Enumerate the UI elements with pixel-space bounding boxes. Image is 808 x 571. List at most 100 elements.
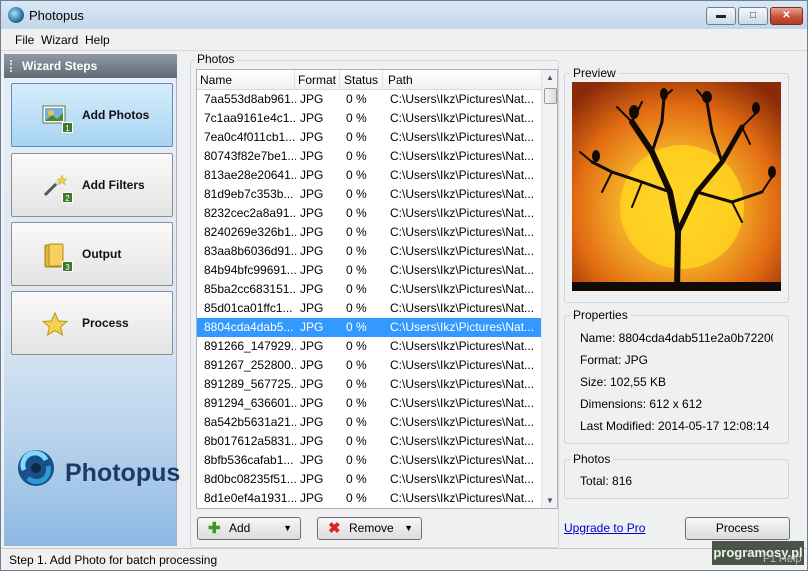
table-row[interactable]: 84b94bfc99691... JPG 0 % C:\Users\Ikz\Pictu… (197, 261, 541, 280)
table-row[interactable]: 85d01ca01ffc1... JPG 0 % C:\Users\Ikz\Pictu… (197, 299, 541, 318)
app-icon (8, 7, 24, 23)
logo-text: Photopus (65, 459, 181, 487)
property-size: Size: 102,55 KB (580, 375, 667, 389)
cell-name: 8a542b5631a21... (204, 415, 296, 429)
cell-name: 7aa553d8ab961... (204, 92, 296, 106)
cell-path: C:\Users\Ikz\Pictures\Nat... (390, 320, 535, 334)
cell-format: JPG (300, 92, 324, 106)
table-row[interactable]: 83aa8b6036d91... JPG 0 % C:\Users\Ikz\Pictu… (197, 242, 541, 261)
cell-path: C:\Users\Ikz\Pictures\Nat... (390, 453, 535, 467)
cell-name: 85d01ca01ffc1... (204, 301, 293, 315)
window-title: Photopus (29, 8, 84, 23)
table-row[interactable]: 80743f82e7be1... JPG 0 % C:\Users\Ikz\Pictu… (197, 147, 541, 166)
cell-status: 0 % (346, 92, 367, 106)
column-header-path[interactable]: Path (388, 73, 413, 87)
table-row[interactable]: 8bfb536cafab1... JPG 0 % C:\Users\Ikz\Pictu… (197, 451, 541, 470)
step-output[interactable]: 3 Output (11, 222, 173, 286)
scroll-down-icon[interactable]: ▼ (546, 496, 554, 505)
maximize-button[interactable]: □ (738, 7, 768, 25)
column-separator[interactable] (294, 70, 295, 90)
table-row[interactable]: 891267_252800... JPG 0 % C:\Users\Ikz\Pictu… (197, 356, 541, 375)
process-button[interactable]: Process (685, 517, 790, 540)
column-header-format[interactable]: Format (298, 73, 336, 87)
cell-format: JPG (300, 415, 324, 429)
property-name: Name: 8804cda4dab511e2a0b722000ae (580, 331, 773, 345)
table-row[interactable]: 85ba2cc683151... JPG 0 % C:\Users\Ikz\Pictu… (197, 280, 541, 299)
cell-format: JPG (300, 111, 324, 125)
cell-status: 0 % (346, 111, 367, 125)
status-bar: Step 1. Add Photo for batch processing (1, 548, 807, 570)
cell-status: 0 % (346, 377, 367, 391)
minimize-button[interactable]: ▬ (706, 7, 736, 25)
table-row[interactable]: 8a542b5631a21... JPG 0 % C:\Users\Ikz\Pictu… (197, 413, 541, 432)
cell-format: JPG (300, 434, 324, 448)
add-button[interactable]: ✚ Add ▼ (197, 517, 301, 540)
step-process[interactable]: Process (11, 291, 173, 355)
cell-status: 0 % (346, 434, 367, 448)
menu-wizard[interactable]: Wizard (41, 33, 78, 47)
cell-format: JPG (300, 320, 324, 334)
menu-file[interactable]: File (15, 33, 34, 47)
cell-status: 0 % (346, 130, 367, 144)
table-row[interactable]: 81d9eb7c353b... JPG 0 % C:\Users\Ikz\Pictur… (197, 185, 541, 204)
cell-status: 0 % (346, 263, 367, 277)
cell-name: 8240269e326b1... (204, 225, 296, 239)
folder-icon: 3 (42, 243, 73, 272)
preview-label: Preview (570, 66, 619, 80)
cell-format: JPG (300, 187, 324, 201)
table-row[interactable]: 8240269e326b1... JPG 0 % C:\Users\Ikz\Pictu… (197, 223, 541, 242)
cell-format: JPG (300, 377, 324, 391)
dropdown-arrow-icon: ▼ (283, 523, 292, 533)
table-row[interactable]: 7aa553d8ab961... JPG 0 % C:\Users\Ikz\Pictu… (197, 90, 541, 109)
upgrade-link[interactable]: Upgrade to Pro (564, 521, 645, 535)
cell-path: C:\Users\Ikz\Pictures\Nat... (390, 149, 535, 163)
step-add-photos[interactable]: 1 Add Photos (11, 83, 173, 147)
table-row[interactable]: 8d0bc08235f51... JPG 0 % C:\Users\Ikz\Pictu… (197, 470, 541, 489)
cell-format: JPG (300, 491, 324, 505)
cell-status: 0 % (346, 320, 367, 334)
table-row[interactable]: 8b017612a5831... JPG 0 % C:\Users\Ikz\Pictu… (197, 432, 541, 451)
cell-name: 891267_252800... (204, 358, 296, 372)
column-separator[interactable] (339, 70, 340, 90)
table-row[interactable]: 7c1aa9161e4c1... JPG 0 % C:\Users\Ikz\Pictu… (197, 109, 541, 128)
step-label: Add Filters (82, 178, 145, 192)
photo-icon: 1 (42, 104, 73, 133)
cell-path: C:\Users\Ikz\Pictures\Nat... (390, 111, 535, 125)
column-header-name[interactable]: Name (200, 73, 232, 87)
table-row[interactable]: 8804cda4dab5... JPG 0 % C:\Users\Ikz\Pictur… (197, 318, 541, 337)
close-button[interactable]: ✕ (770, 7, 803, 25)
cell-status: 0 % (346, 187, 367, 201)
remove-button[interactable]: ✖ Remove ▼ (317, 517, 422, 540)
step-add-filters[interactable]: 2 Add Filters (11, 153, 173, 217)
scroll-up-icon[interactable]: ▲ (546, 73, 554, 82)
table-row[interactable]: 8d1e0ef4a1931... JPG 0 % C:\Users\Ikz\Pictu… (197, 489, 541, 508)
column-header-status[interactable]: Status (344, 73, 378, 87)
property-format: Format: JPG (580, 353, 649, 367)
vertical-scrollbar[interactable]: ▲ ▼ (541, 70, 557, 508)
title-bar[interactable]: Photopus ▬ □ ✕ (1, 1, 807, 29)
cell-path: C:\Users\Ikz\Pictures\Nat... (390, 206, 535, 220)
cell-path: C:\Users\Ikz\Pictures\Nat... (390, 415, 535, 429)
cell-status: 0 % (346, 244, 367, 258)
table-row[interactable]: 8232cec2a8a91... JPG 0 % C:\Users\Ikz\Pictu… (197, 204, 541, 223)
property-last-modified: Last Modified: 2014-05-17 12:08:14 (580, 419, 770, 433)
menu-help[interactable]: Help (85, 33, 110, 47)
table-row[interactable]: 7ea0c4f011cb1... JPG 0 % C:\Users\Ikz\Pictu… (197, 128, 541, 147)
cell-name: 8232cec2a8a91... (204, 206, 296, 220)
dropdown-arrow-icon: ▼ (404, 523, 413, 533)
table-row[interactable]: 891289_567725... JPG 0 % C:\Users\Ikz\Pictu… (197, 375, 541, 394)
cell-status: 0 % (346, 168, 367, 182)
cell-path: C:\Users\Ikz\Pictures\Nat... (390, 130, 535, 144)
photopus-logo-icon (16, 448, 56, 488)
table-row[interactable]: 813ae28e20641... JPG 0 % C:\Users\Ikz\Pictu… (197, 166, 541, 185)
cell-path: C:\Users\Ikz\Pictures\Nat... (390, 168, 535, 182)
remove-x-icon: ✖ (328, 520, 341, 537)
table-row[interactable]: 891266_147929... JPG 0 % C:\Users\Ikz\Pictu… (197, 337, 541, 356)
cell-name: 813ae28e20641... (204, 168, 296, 182)
cell-path: C:\Users\Ikz\Pictures\Nat... (390, 187, 535, 201)
cell-format: JPG (300, 472, 324, 486)
column-separator[interactable] (382, 70, 383, 90)
scroll-thumb[interactable] (544, 88, 557, 104)
photos-list[interactable]: Name Format Status Path 7aa553d8ab961...… (196, 69, 558, 509)
table-row[interactable]: 891294_636601... JPG 0 % C:\Users\Ikz\Pictu… (197, 394, 541, 413)
